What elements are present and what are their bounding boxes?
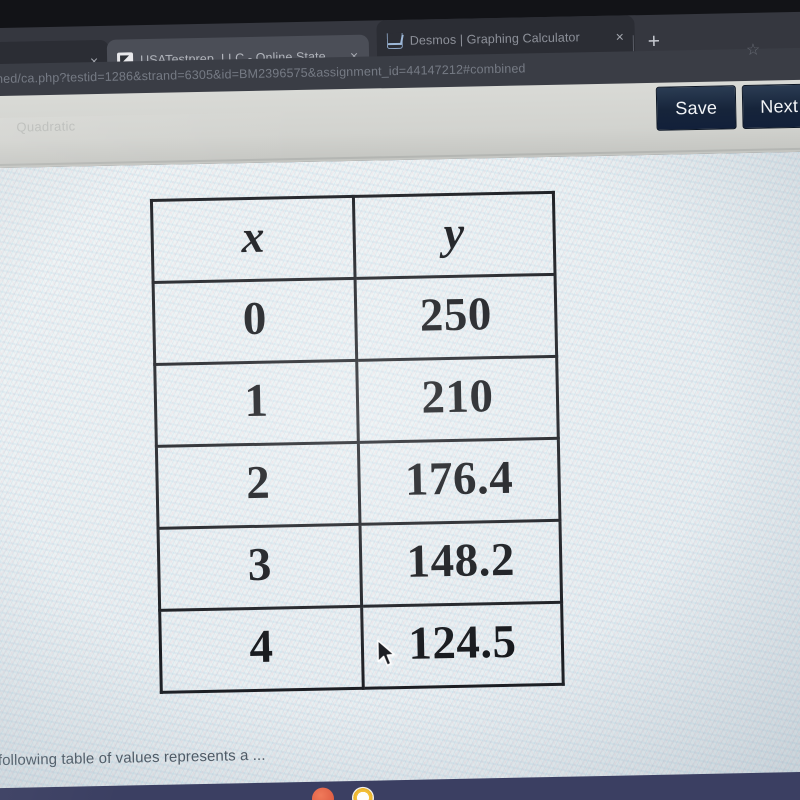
table-row: 1 210 [154, 356, 559, 447]
table-cell-x: 0 [153, 278, 357, 365]
table-row: 3 148.2 [158, 520, 562, 611]
table-cell-x: 4 [159, 606, 364, 693]
save-button[interactable]: Save [655, 85, 737, 131]
tab-close-icon[interactable]: × [611, 27, 629, 45]
tab-title: Desmos | Graphing Calculator [409, 30, 580, 48]
monitor-photo-area: × USATestprep, LLC - Online State × Desm… [0, 0, 800, 800]
page-content-area: x y 0 250 1 210 2 176.4 3 148.2 4 124.5 … [0, 151, 800, 791]
table-cell-y: 176.4 [358, 438, 560, 525]
table-row: 2 176.4 [156, 438, 560, 529]
table-cell-y: 148.2 [359, 520, 562, 607]
next-button[interactable]: Next [741, 83, 800, 130]
table-header-y: y [353, 192, 556, 279]
taskbar-app-icon-orange[interactable] [311, 787, 335, 800]
bookmark-star-icon[interactable]: ☆ [743, 41, 763, 61]
table-cell-y: 250 [355, 274, 557, 361]
values-table: x y 0 250 1 210 2 176.4 3 148.2 4 124.5 [150, 191, 565, 694]
breadcrumb: Quadratic [16, 118, 76, 135]
table-header-x: x [151, 196, 356, 283]
table-row: 0 250 [153, 274, 557, 365]
table-cell-y: 210 [356, 356, 559, 443]
taskbar-app-icon-white[interactable] [351, 786, 375, 800]
table-header-row: x y [151, 192, 556, 283]
table-cell-x: 3 [158, 524, 362, 611]
table-row: 4 124.5 [159, 602, 564, 693]
table-cell-x: 2 [156, 442, 360, 529]
table-cell-x: 1 [154, 360, 359, 447]
question-prompt-text: e following table of values represents a… [0, 746, 266, 770]
screenshot-root: × USATestprep, LLC - Online State × Desm… [0, 0, 800, 800]
table-cell-y: 124.5 [361, 602, 564, 689]
desmos-favicon [386, 32, 403, 50]
